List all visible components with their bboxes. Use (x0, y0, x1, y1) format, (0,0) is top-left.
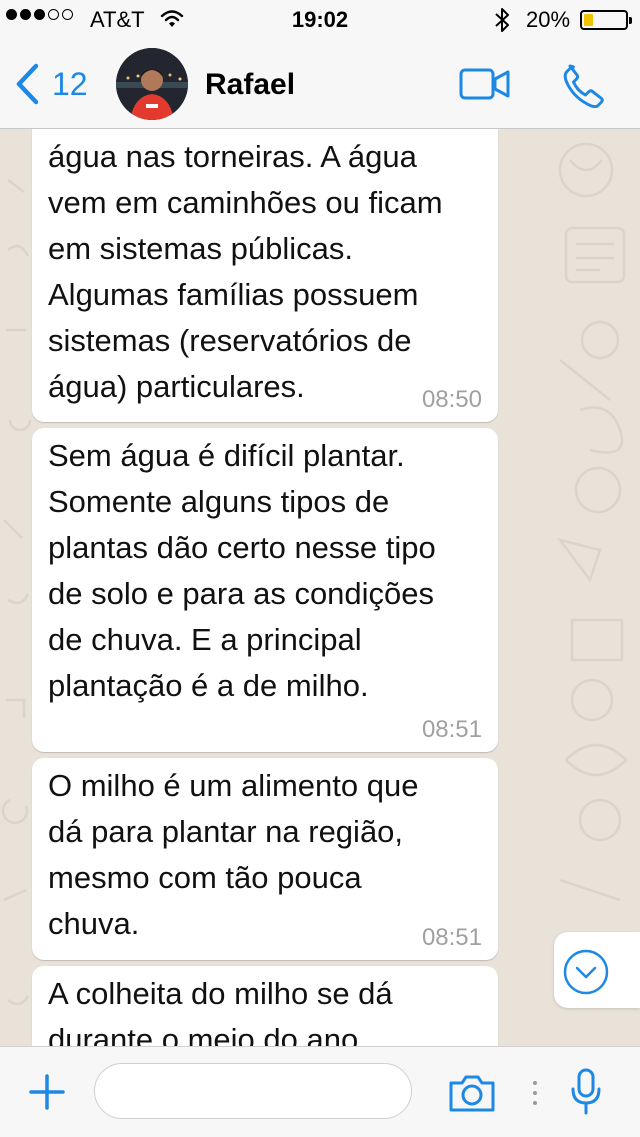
battery-icon (580, 10, 632, 30)
unread-count: 12 (52, 65, 88, 102)
battery-percentage: 20% (526, 7, 571, 32)
bluetooth-icon (495, 8, 509, 32)
avatar[interactable] (116, 48, 188, 120)
video-camera-icon[interactable] (458, 66, 512, 102)
chevron-down-circle-icon (563, 949, 609, 995)
message-bubble[interactable]: O milho é um alimento que dá para planta… (32, 758, 498, 960)
avatar-image (116, 48, 188, 120)
message-timestamp: 08:51 (421, 716, 482, 743)
chat-header: 12 Rafael (0, 40, 640, 129)
message-bubble[interactable]: Sem água é difícil plantar. Somente algu… (32, 428, 498, 752)
status-bar: AT&T 19:02 20% (0, 0, 640, 40)
message-input[interactable] (94, 1063, 412, 1119)
message-text: Sem água é difícil plantar. Somente algu… (48, 438, 436, 703)
contact-name[interactable]: Rafael (205, 68, 295, 102)
separator-dots (533, 1081, 537, 1105)
phone-icon[interactable] (558, 60, 606, 108)
message-text: O milho é um alimento que dá para planta… (48, 768, 419, 941)
message-timestamp: 08:51 (421, 924, 482, 951)
chevron-left-icon (16, 63, 39, 105)
message-text: água nas torneiras. A água vem em caminh… (48, 139, 443, 404)
message-timestamp: 08:50 (421, 386, 482, 413)
message-bubble[interactable]: água nas torneiras. A água vem em caminh… (32, 92, 498, 422)
back-button[interactable]: 12 (14, 62, 88, 106)
plus-icon[interactable] (28, 1073, 66, 1111)
microphone-icon[interactable] (570, 1067, 602, 1117)
composer-bar (0, 1046, 640, 1137)
scroll-to-bottom-button[interactable] (554, 932, 640, 1008)
camera-icon[interactable] (448, 1073, 496, 1113)
